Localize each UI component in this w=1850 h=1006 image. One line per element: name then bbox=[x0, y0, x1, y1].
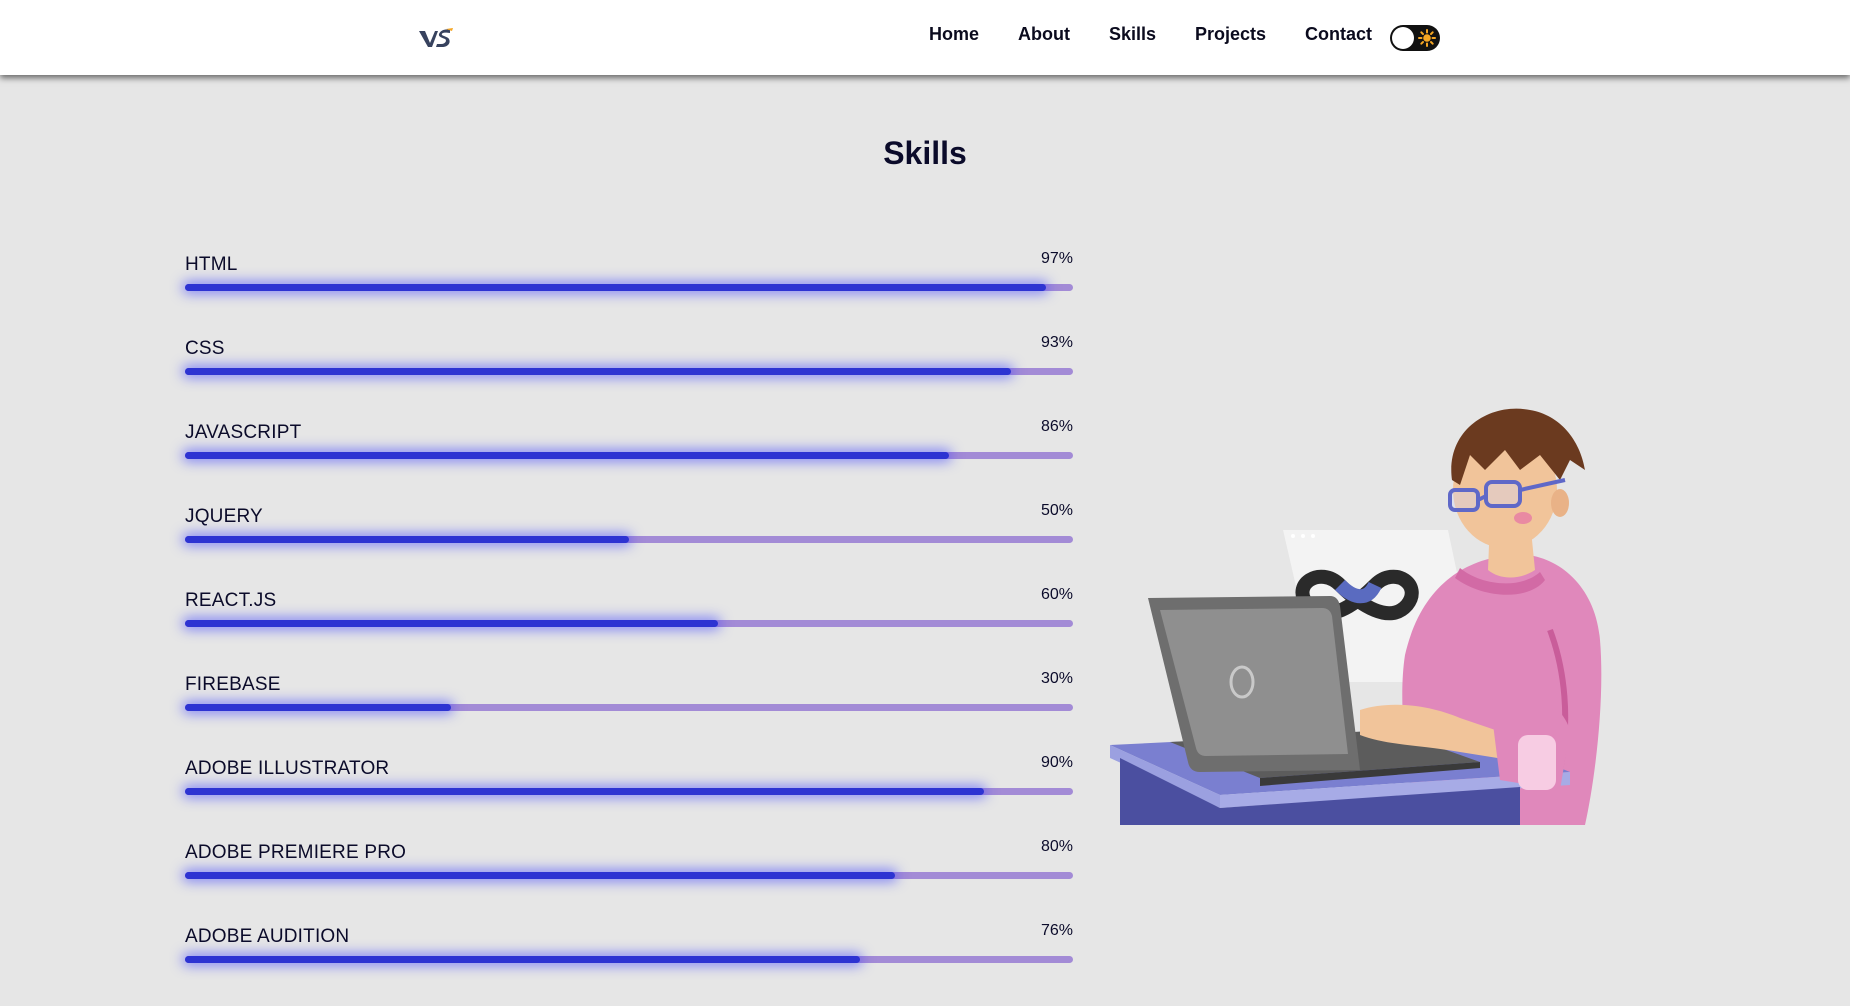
navbar: Home About Skills Projects Contact bbox=[0, 0, 1850, 75]
skill-progress-track bbox=[185, 620, 1073, 627]
skill-name: HTML bbox=[185, 254, 238, 275]
skill-progress-track bbox=[185, 788, 1073, 795]
sun-icon bbox=[1418, 29, 1436, 47]
skill-percent: 80% bbox=[1040, 838, 1073, 855]
skills-list: HTML 97% CSS 93% JAVASCRIPT 86% JQUERY 50% REACT… bbox=[185, 250, 1073, 1006]
skill-percent: 60% bbox=[1040, 586, 1073, 603]
skill-name: ADOBE PREMIERE PRO bbox=[185, 842, 407, 863]
skill-item: FIREBASE 30% bbox=[185, 670, 1073, 754]
skill-progress-fill bbox=[185, 536, 629, 543]
skill-progress-fill bbox=[185, 704, 452, 711]
skill-progress-track bbox=[185, 956, 1073, 963]
developer-illustration bbox=[1110, 408, 1602, 825]
skill-progress-fill bbox=[185, 956, 860, 963]
skill-item: JQUERY 50% bbox=[185, 502, 1073, 586]
skill-name: CSS bbox=[185, 338, 225, 359]
skill-progress-track bbox=[185, 704, 1073, 711]
skill-item: HTML 97% bbox=[185, 250, 1073, 334]
nav-menu: Home About Skills Projects Contact bbox=[0, 24, 1850, 48]
skill-progress-track bbox=[185, 872, 1073, 879]
skill-name: JAVASCRIPT bbox=[185, 422, 302, 443]
theme-toggle[interactable] bbox=[1390, 25, 1440, 51]
skill-progress-track bbox=[185, 368, 1073, 375]
skill-item: ADOBE ILLUSTRATOR 90% bbox=[185, 754, 1073, 838]
skill-item: REACT.JS 60% bbox=[185, 586, 1073, 670]
skill-percent: 30% bbox=[1040, 670, 1073, 687]
skill-progress-fill bbox=[185, 620, 718, 627]
nav-link-contact[interactable]: Contact bbox=[1305, 24, 1372, 45]
skill-item: ADOBE PREMIERE PRO 80% bbox=[185, 838, 1073, 922]
skill-progress-fill bbox=[185, 872, 896, 879]
skill-percent: 50% bbox=[1040, 502, 1073, 519]
skill-percent: 76% bbox=[1040, 922, 1073, 939]
skill-progress-track bbox=[185, 536, 1073, 543]
skill-progress-fill bbox=[185, 284, 1047, 291]
skill-progress-fill bbox=[185, 452, 949, 459]
toggle-knob bbox=[1392, 27, 1414, 49]
nav-link-projects[interactable]: Projects bbox=[1195, 24, 1266, 45]
nav-link-about[interactable]: About bbox=[1018, 24, 1070, 45]
skill-percent: 97% bbox=[1040, 250, 1073, 267]
skill-item: ADOBE AUDITION 76% bbox=[185, 922, 1073, 1006]
skill-item: JAVASCRIPT 86% bbox=[185, 418, 1073, 502]
nav-link-home[interactable]: Home bbox=[929, 24, 979, 45]
skill-percent: 86% bbox=[1040, 418, 1073, 435]
page-title: Skills bbox=[883, 135, 967, 171]
skill-name: ADOBE ILLUSTRATOR bbox=[185, 758, 390, 779]
skill-percent: 93% bbox=[1040, 334, 1073, 351]
skill-progress-track bbox=[185, 284, 1073, 291]
skill-name: JQUERY bbox=[185, 506, 263, 527]
skill-progress-fill bbox=[185, 788, 985, 795]
skill-name: ADOBE AUDITION bbox=[185, 926, 350, 947]
skill-name: FIREBASE bbox=[185, 674, 281, 695]
skill-name: REACT.JS bbox=[185, 590, 277, 611]
skill-item: CSS 93% bbox=[185, 334, 1073, 418]
skill-percent: 90% bbox=[1040, 754, 1073, 771]
skill-progress-fill bbox=[185, 368, 1011, 375]
nav-link-skills[interactable]: Skills bbox=[1109, 24, 1156, 45]
skill-progress-track bbox=[185, 452, 1073, 459]
